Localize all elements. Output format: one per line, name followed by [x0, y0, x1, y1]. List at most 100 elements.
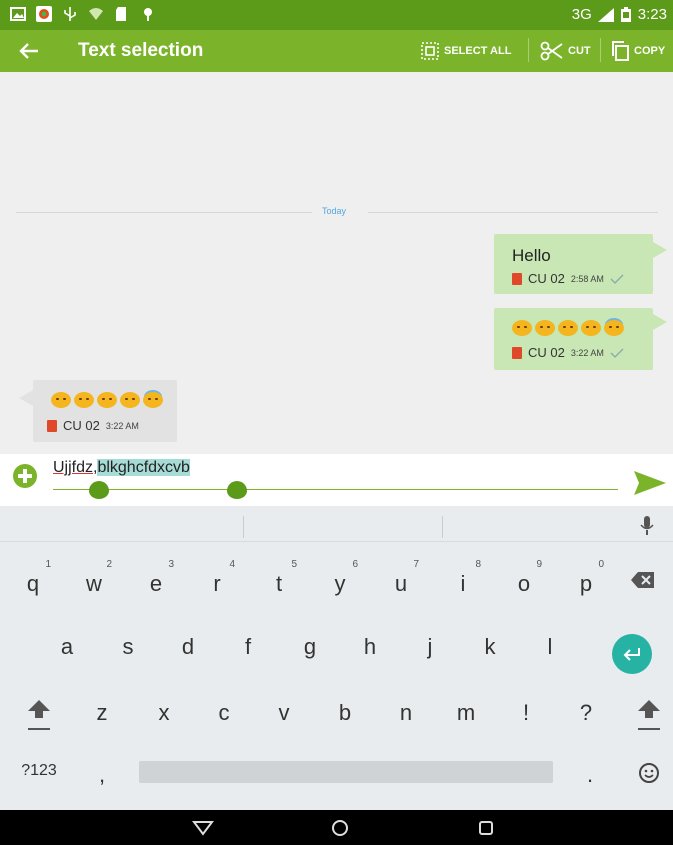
- key-w[interactable]: w2: [74, 559, 114, 597]
- key-z[interactable]: z: [82, 700, 122, 726]
- key-v[interactable]: v: [264, 700, 304, 726]
- key-question[interactable]: ?: [566, 700, 606, 726]
- shift-icon[interactable]: [26, 698, 52, 732]
- send-icon[interactable]: [633, 470, 667, 496]
- key-j[interactable]: j: [410, 634, 450, 660]
- emoji-icon: [604, 320, 624, 336]
- key-comma[interactable]: ,: [82, 762, 122, 788]
- key-e[interactable]: e3: [136, 559, 176, 597]
- sd-card-icon: [116, 7, 126, 21]
- key-t[interactable]: t5: [259, 559, 299, 597]
- key-y[interactable]: y6: [320, 559, 360, 597]
- backspace-icon[interactable]: [630, 570, 656, 590]
- sim-card-icon: [512, 272, 522, 285]
- sender-name: CU 02: [528, 345, 565, 360]
- message-meta: CU 02 3:22 AM: [47, 418, 139, 433]
- action-bar: Text selection SELECT ALL CUT COPY: [0, 30, 673, 72]
- key-g[interactable]: g: [290, 634, 330, 660]
- sim-card-icon: [47, 419, 57, 432]
- emoji-icon: [581, 320, 601, 336]
- key-l[interactable]: l: [530, 634, 570, 660]
- message-meta: CU 02 3:22 AM: [512, 345, 624, 360]
- key-m[interactable]: m: [446, 700, 486, 726]
- message-bubble-outgoing[interactable]: Hello CU 02 2:58 AM: [494, 234, 653, 294]
- input-text-selected: blkghcfdxcvb: [97, 459, 190, 476]
- message-composer: Ujjfdz,blkghcfdxcvb: [0, 454, 673, 506]
- soft-keyboard: q1 w2 e3 r4 t5 y6 u7 i8 o9 p0 a s d f g …: [0, 506, 673, 810]
- key-period[interactable]: .: [570, 762, 610, 788]
- suggestion-divider: [442, 516, 443, 538]
- key-a[interactable]: a: [47, 634, 87, 660]
- message-time: 3:22 AM: [105, 420, 139, 431]
- key-r[interactable]: r4: [197, 559, 237, 597]
- message-bubble-incoming[interactable]: CU 02 3:22 AM: [33, 380, 177, 442]
- emoji-icon: [51, 392, 71, 408]
- conversation-area[interactable]: Today Hello CU 02 2:58 AM CU 02 3:22 AM: [0, 72, 673, 454]
- date-separator: Today: [322, 206, 347, 216]
- add-attachment-button[interactable]: [13, 464, 37, 488]
- usb-icon: [64, 7, 76, 21]
- back-arrow-icon[interactable]: [14, 36, 44, 66]
- key-o[interactable]: o9: [504, 559, 544, 597]
- home-nav-icon[interactable]: [331, 819, 349, 837]
- symbols-key[interactable]: ?123: [14, 762, 64, 780]
- check-icon: [610, 348, 624, 358]
- key-p[interactable]: p0: [566, 559, 606, 597]
- space-bar[interactable]: [139, 761, 553, 783]
- sim-card-icon: [512, 346, 522, 359]
- key-d[interactable]: d: [168, 634, 208, 660]
- key-c[interactable]: c: [204, 700, 244, 726]
- selection-handle-end[interactable]: [227, 481, 247, 499]
- emoji-row: [512, 320, 624, 336]
- selection-handle-start[interactable]: [89, 481, 109, 499]
- date-divider-line: [368, 212, 658, 213]
- message-input[interactable]: Ujjfdz,blkghcfdxcvb: [53, 458, 190, 488]
- key-f[interactable]: f: [228, 634, 268, 660]
- key-q[interactable]: q1: [13, 559, 53, 597]
- bubble-tail: [653, 242, 667, 258]
- key-n[interactable]: n: [386, 700, 426, 726]
- select-all-icon: [421, 42, 439, 60]
- enter-button[interactable]: [612, 634, 652, 674]
- cut-button[interactable]: CUT: [540, 38, 591, 64]
- suggestion-strip[interactable]: [0, 506, 673, 542]
- emoji-row: [51, 392, 163, 408]
- signal-icon: [597, 7, 614, 22]
- bubble-tail: [653, 314, 667, 330]
- emoji-icon: [558, 320, 578, 336]
- key-u[interactable]: u7: [381, 559, 421, 597]
- key-x[interactable]: x: [144, 700, 184, 726]
- wifi-icon: [89, 8, 103, 20]
- scissors-icon: [540, 41, 563, 61]
- sender-name: CU 02: [528, 271, 565, 286]
- key-s[interactable]: s: [108, 634, 148, 660]
- android-debug-icon: [144, 8, 152, 21]
- message-time: 2:58 AM: [570, 273, 604, 284]
- network-type: 3G: [571, 6, 592, 23]
- key-k[interactable]: k: [470, 634, 510, 660]
- select-all-button[interactable]: SELECT ALL: [420, 38, 511, 64]
- navigation-bar: [0, 810, 673, 845]
- key-i[interactable]: i8: [443, 559, 483, 597]
- shift-icon[interactable]: [636, 698, 662, 732]
- enter-arrow-icon: [623, 648, 640, 661]
- message-bubble-outgoing[interactable]: CU 02 3:22 AM: [494, 308, 653, 370]
- bubble-tail: [19, 390, 33, 406]
- key-exclamation[interactable]: !: [506, 700, 546, 726]
- emoji-key-icon[interactable]: [638, 762, 660, 784]
- recents-nav-icon[interactable]: [478, 820, 494, 836]
- date-divider-line: [16, 212, 312, 213]
- suggestion-divider: [243, 516, 244, 538]
- message-meta: CU 02 2:58 AM: [512, 271, 624, 286]
- key-b[interactable]: b: [325, 700, 365, 726]
- copy-button[interactable]: COPY: [610, 38, 665, 64]
- microphone-icon[interactable]: [640, 516, 654, 536]
- gallery-notification-icon: [10, 7, 26, 21]
- key-h[interactable]: h: [350, 634, 390, 660]
- copy-icon: [612, 41, 629, 61]
- input-text-plain: Ujjfdz,: [53, 459, 98, 476]
- clock: 3:23: [637, 6, 667, 23]
- check-icon: [610, 274, 624, 284]
- app-notification-icon: [36, 6, 52, 22]
- back-nav-icon[interactable]: [192, 820, 214, 836]
